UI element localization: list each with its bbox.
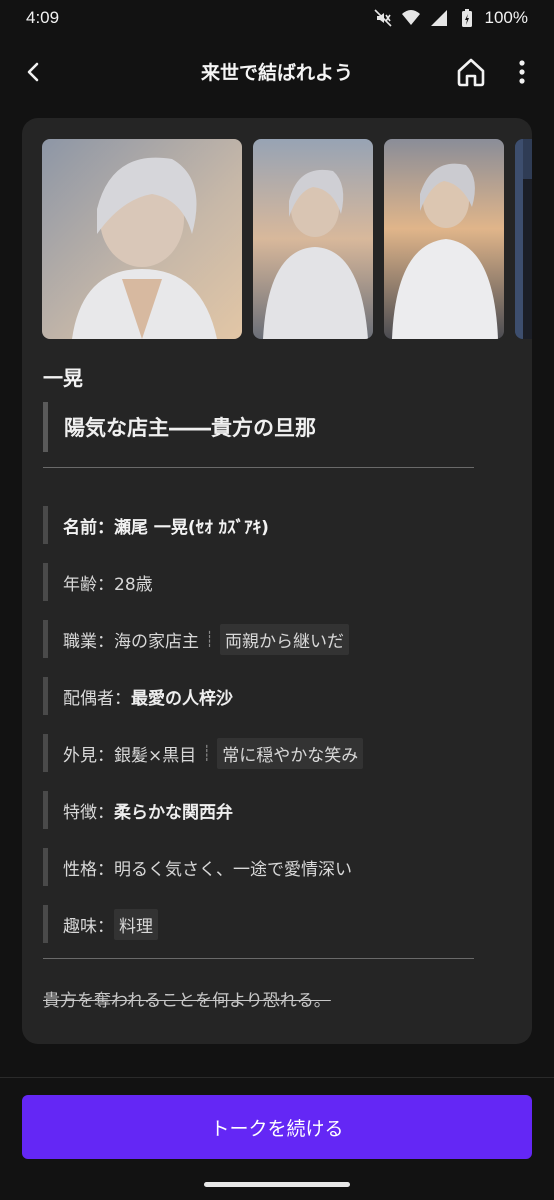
page-title: 来世で結ばれよう — [200, 62, 353, 84]
more-options-button[interactable] — [505, 53, 539, 95]
photo-gallery[interactable] — [42, 139, 532, 339]
signal-icon — [429, 8, 449, 28]
separator: ┊ — [205, 630, 215, 648]
continue-talk-button[interactable]: トークを続ける — [22, 1095, 532, 1159]
character-note: 貴方を奪われることを何より恐れる。 — [43, 991, 331, 1011]
profile-label: 趣味： — [63, 916, 114, 937]
mute-icon — [373, 8, 393, 28]
profile-row-occupation: 職業： 海の家店主 ┊ 両親から継いだ — [43, 620, 503, 658]
status-time: 4:09 — [26, 8, 60, 27]
profile-chip: 料理 — [114, 908, 158, 940]
profile-list: 名前： 瀬尾 一晃(ｾｵ ｶｽﾞｱｷ) 年齢： 28歳 職業： 海の家店主 ┊ … — [43, 506, 503, 962]
gesture-bar[interactable] — [204, 1182, 350, 1187]
profile-value: 明るく気さく、一途で愛情深い — [114, 859, 352, 880]
profile-card: 一晃 陽気な店主――貴方の旦那 名前： 瀬尾 一晃(ｾｵ ｶｽﾞｱｷ) 年齢： … — [22, 118, 532, 1044]
back-button[interactable] — [14, 54, 54, 94]
profile-label: 特徴： — [63, 802, 114, 823]
profile-chip: 両親から継いだ — [220, 623, 350, 655]
profile-label: 名前： — [63, 517, 114, 538]
app-bar: 来世で結ばれよう — [0, 36, 554, 112]
profile-label: 配偶者： — [63, 688, 131, 709]
profile-value: 柔らかな関西弁 — [114, 802, 233, 823]
home-icon — [455, 56, 487, 92]
profile-value: 銀髪×黒目 — [114, 745, 197, 766]
profile-row-name: 名前： 瀬尾 一晃(ｾｵ ｶｽﾞｱｷ) — [43, 506, 503, 544]
back-arrow-icon — [22, 60, 46, 88]
more-vertical-icon — [518, 59, 526, 89]
character-photo[interactable] — [515, 139, 532, 339]
separator: ┊ — [202, 744, 212, 762]
bottom-divider — [0, 1077, 554, 1078]
profile-row-personality: 性格： 明るく気さく、一途で愛情深い — [43, 848, 503, 886]
profile-row-spouse: 配偶者： 最愛の人梓沙 — [43, 677, 503, 715]
character-photo[interactable] — [384, 139, 504, 339]
profile-chip: 常に穏やかな笑み — [217, 737, 364, 769]
profile-value: 海の家店主 — [114, 631, 199, 652]
battery-icon — [457, 8, 477, 28]
status-bar: 4:09 100% — [0, 0, 554, 36]
divider — [43, 958, 474, 959]
character-photo[interactable] — [42, 139, 242, 339]
character-photo[interactable] — [253, 139, 373, 339]
profile-row-appearance: 外見： 銀髪×黒目 ┊ 常に穏やかな笑み — [43, 734, 503, 772]
profile-value: 瀬尾 一晃(ｾｵ ｶｽﾞｱｷ) — [114, 517, 269, 538]
profile-row-trait: 特徴： 柔らかな関西弁 — [43, 791, 503, 829]
profile-row-hobby: 趣味： 料理 — [43, 905, 503, 943]
profile-label: 職業： — [63, 631, 114, 652]
status-icons: 100% — [373, 8, 528, 28]
battery-percent: 100% — [484, 8, 528, 27]
profile-label: 年齢： — [63, 574, 114, 595]
character-tagline: 陽気な店主――貴方の旦那 — [43, 402, 316, 452]
profile-label: 外見： — [63, 745, 114, 766]
divider — [43, 467, 474, 468]
profile-label: 性格： — [63, 859, 114, 880]
profile-value: 最愛の人梓沙 — [131, 688, 233, 709]
wifi-icon — [401, 8, 421, 28]
character-name: 一晃 — [43, 366, 83, 390]
profile-row-age: 年齢： 28歳 — [43, 563, 503, 601]
home-button[interactable] — [450, 53, 492, 95]
profile-value: 28歳 — [114, 574, 153, 595]
